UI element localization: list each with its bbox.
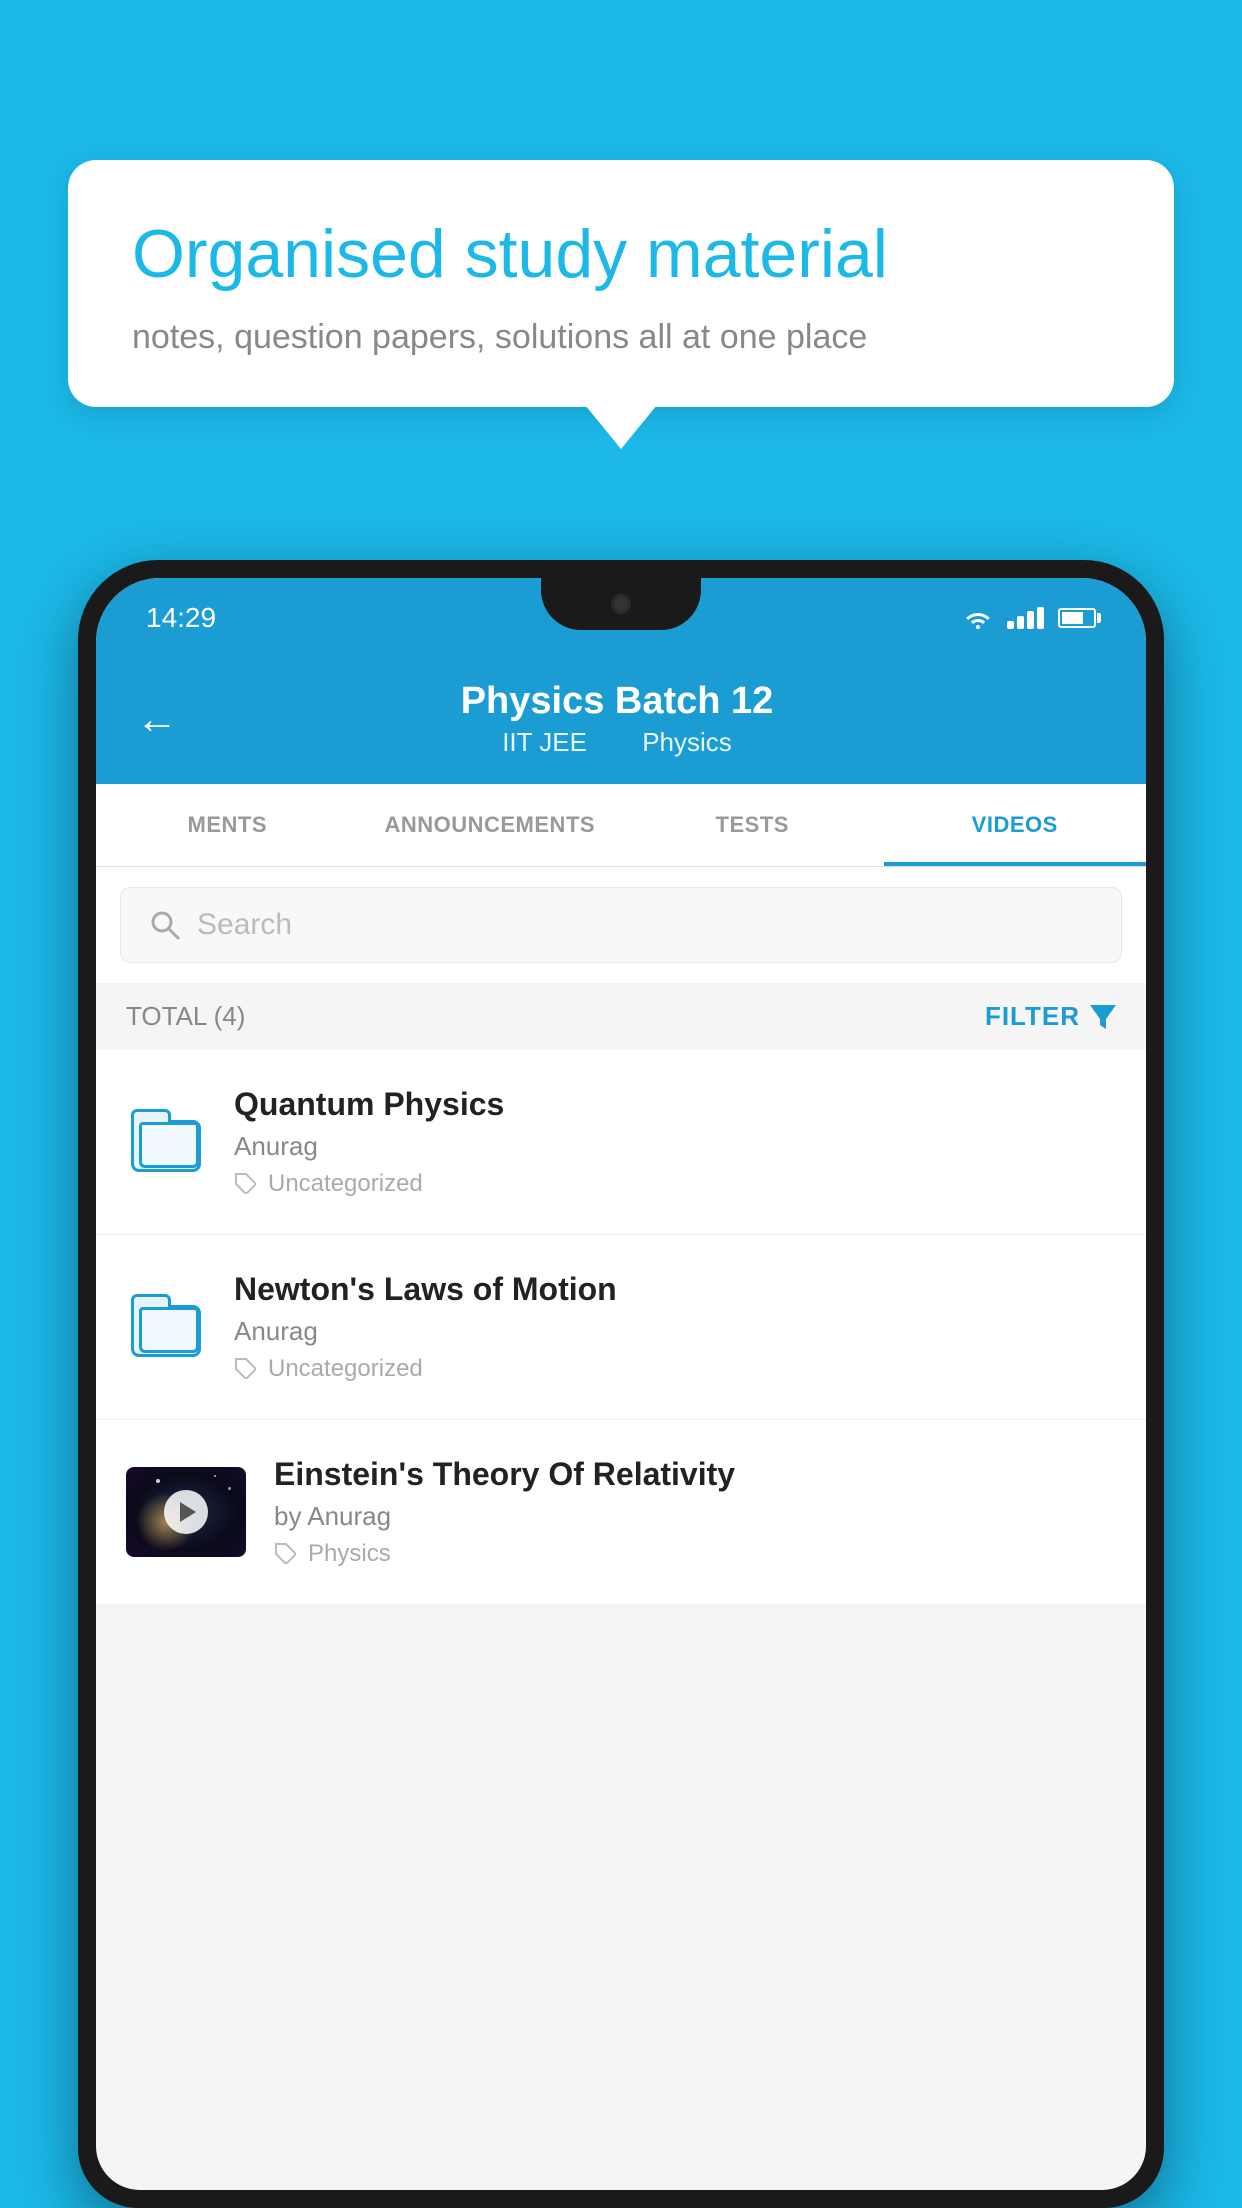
- back-button[interactable]: ←: [136, 698, 178, 740]
- video-title-1: Quantum Physics: [234, 1086, 1116, 1123]
- status-icons: [963, 607, 1096, 629]
- folder-icon-2: [131, 1297, 201, 1357]
- total-count: TOTAL (4): [126, 1001, 245, 1032]
- list-item[interactable]: Einstein's Theory Of Relativity by Anura…: [96, 1420, 1146, 1604]
- filter-icon: [1090, 1005, 1116, 1029]
- phone-inner: 14:29 ←: [96, 578, 1146, 2190]
- video-tag-2: Uncategorized: [234, 1355, 1116, 1383]
- video-author-3: by Anurag: [274, 1501, 1116, 1532]
- speech-bubble: Organised study material notes, question…: [68, 160, 1174, 407]
- search-bar: Search: [96, 867, 1146, 983]
- tab-announcements[interactable]: ANNOUNCEMENTS: [359, 784, 622, 866]
- star: [156, 1479, 160, 1483]
- tag-label-2: Uncategorized: [268, 1355, 423, 1383]
- camera-dot: [611, 594, 631, 614]
- video-tag-3: Physics: [274, 1540, 1116, 1568]
- video-list: Quantum Physics Anurag Uncategorized: [96, 1050, 1146, 1604]
- tab-tests[interactable]: TESTS: [621, 784, 884, 866]
- play-button[interactable]: [164, 1490, 208, 1534]
- battery-icon: [1058, 608, 1096, 628]
- status-bar: 14:29: [96, 578, 1146, 658]
- video-title-3: Einstein's Theory Of Relativity: [274, 1456, 1116, 1493]
- video-thumbnail-3: [126, 1467, 246, 1557]
- bubble-title: Organised study material: [132, 214, 1110, 296]
- header-title: Physics Batch 12: [208, 680, 1026, 723]
- signal-icon: [1007, 607, 1044, 629]
- search-icon: [149, 909, 181, 941]
- video-info-2: Newton's Laws of Motion Anurag Uncategor…: [234, 1271, 1116, 1383]
- tabs: MENTS ANNOUNCEMENTS TESTS VIDEOS: [96, 784, 1146, 867]
- app-header: ← Physics Batch 12 IIT JEE Physics: [96, 658, 1146, 784]
- search-placeholder: Search: [197, 908, 292, 942]
- notch: [541, 578, 701, 630]
- star: [214, 1475, 216, 1477]
- header-subtitle: IIT JEE Physics: [208, 727, 1026, 758]
- video-title-2: Newton's Laws of Motion: [234, 1271, 1116, 1308]
- tag-icon-2: [234, 1357, 258, 1381]
- video-info-1: Quantum Physics Anurag Uncategorized: [234, 1086, 1116, 1198]
- tag-icon-1: [234, 1172, 258, 1196]
- list-item[interactable]: Quantum Physics Anurag Uncategorized: [96, 1050, 1146, 1235]
- tag-label-3: Physics: [308, 1540, 391, 1568]
- folder-icon-wrap-2: [126, 1282, 206, 1372]
- video-tag-1: Uncategorized: [234, 1170, 1116, 1198]
- phone-frame: 14:29 ←: [78, 560, 1164, 2208]
- tab-ments[interactable]: MENTS: [96, 784, 359, 866]
- play-triangle-icon: [180, 1502, 196, 1522]
- filter-bar: TOTAL (4) FILTER: [96, 983, 1146, 1050]
- video-info-3: Einstein's Theory Of Relativity by Anura…: [274, 1456, 1116, 1568]
- header-text: Physics Batch 12 IIT JEE Physics: [208, 680, 1026, 758]
- video-author-1: Anurag: [234, 1131, 1116, 1162]
- tag-icon-3: [274, 1542, 298, 1566]
- header-subject: Physics: [642, 727, 732, 757]
- video-author-2: Anurag: [234, 1316, 1116, 1347]
- tab-videos[interactable]: VIDEOS: [884, 784, 1147, 866]
- filter-button[interactable]: FILTER: [985, 1001, 1116, 1032]
- folder-icon-wrap-1: [126, 1097, 206, 1187]
- header-category: IIT JEE: [502, 727, 587, 757]
- star: [228, 1487, 231, 1490]
- list-item[interactable]: Newton's Laws of Motion Anurag Uncategor…: [96, 1235, 1146, 1420]
- tag-label-1: Uncategorized: [268, 1170, 423, 1198]
- bubble-subtitle: notes, question papers, solutions all at…: [132, 318, 1110, 357]
- status-time: 14:29: [146, 602, 216, 634]
- wifi-icon: [963, 607, 993, 629]
- search-input-wrap[interactable]: Search: [120, 887, 1122, 963]
- filter-label: FILTER: [985, 1001, 1080, 1032]
- folder-icon-1: [131, 1112, 201, 1172]
